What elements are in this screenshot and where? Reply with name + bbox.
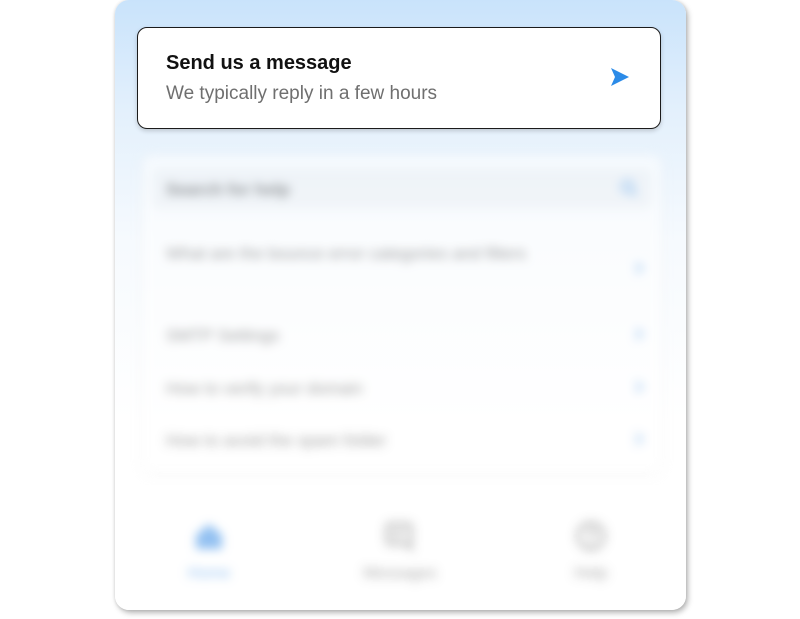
- help-article-item[interactable]: How to avoid the spam folder: [166, 426, 646, 456]
- search-placeholder: Search for help: [166, 180, 290, 199]
- nav-tab-messages[interactable]: Messages: [330, 519, 470, 583]
- help-article-label: SMTP Settings: [166, 326, 280, 345]
- send-message-card[interactable]: Send us a message We typically reply in …: [137, 27, 661, 129]
- messages-icon: [385, 522, 414, 551]
- help-icon: [576, 521, 606, 551]
- send-icon: [611, 68, 629, 86]
- chevron-right-icon: [635, 328, 644, 340]
- send-message-title: Send us a message: [166, 52, 352, 74]
- reply-time-subtitle: We typically reply in a few hours: [166, 83, 438, 104]
- help-article-item[interactable]: What are the bounce error categories and…: [166, 239, 646, 274]
- chevron-right-icon: [635, 262, 644, 274]
- nav-label-home: Home: [187, 565, 231, 582]
- chevron-right-icon: [635, 381, 644, 393]
- help-article-item[interactable]: How to verify your domain: [166, 374, 646, 404]
- search-icon: [621, 180, 637, 196]
- nav-label-help: Help: [574, 565, 608, 582]
- home-icon: [196, 524, 222, 549]
- nav-tab-help[interactable]: Help: [521, 519, 661, 583]
- messenger-widget: Search for help What are the bounce erro…: [115, 0, 686, 610]
- help-article-label: What are the bounce error categories and…: [166, 244, 527, 263]
- help-article-label: How to avoid the spam folder: [166, 431, 387, 450]
- nav-label-messages: Messages: [363, 565, 437, 582]
- bottom-nav: Home Messages Help: [115, 495, 686, 610]
- help-article-item[interactable]: SMTP Settings: [166, 321, 646, 351]
- help-card: Search for help What are the bounce erro…: [142, 155, 662, 473]
- help-search-input[interactable]: Search for help: [152, 169, 652, 209]
- help-article-label: How to verify your domain: [166, 379, 363, 398]
- nav-tab-home[interactable]: Home: [139, 519, 279, 583]
- chevron-right-icon: [635, 433, 644, 445]
